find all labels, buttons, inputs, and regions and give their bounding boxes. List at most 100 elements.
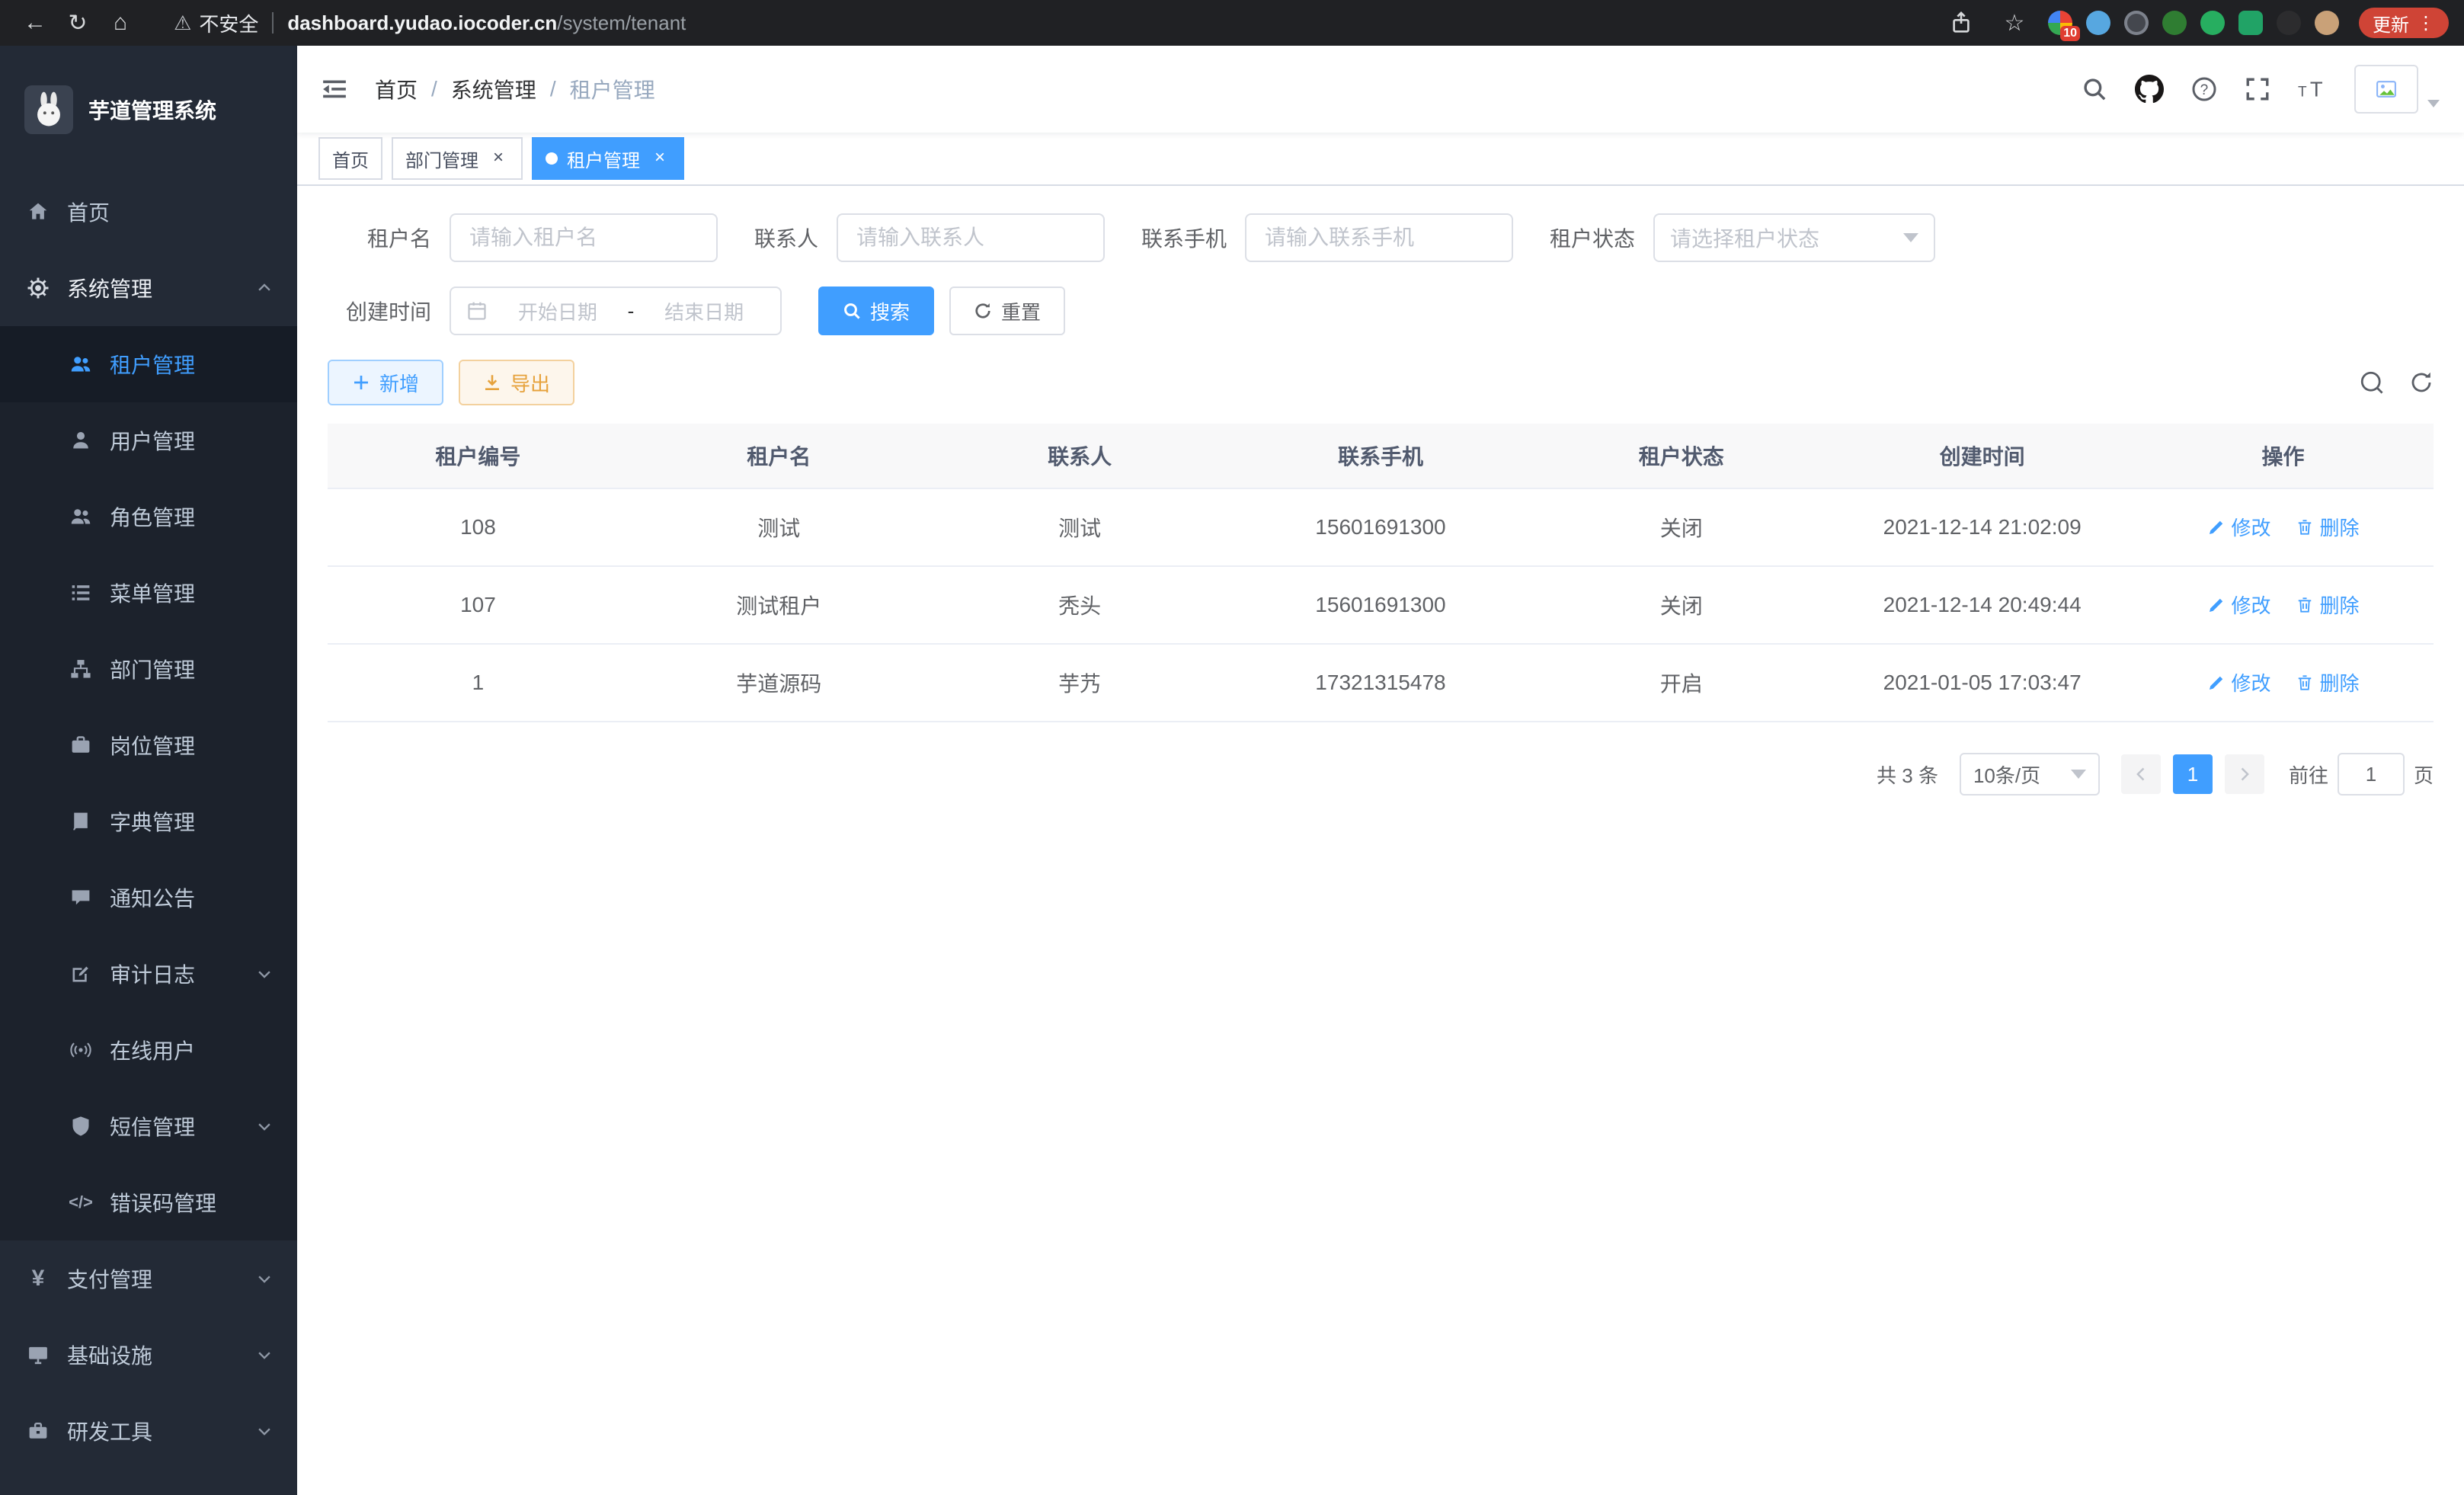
- page-content: 租户名 联系人 联系手机 租户状态 请选择租户状态: [297, 186, 2464, 1495]
- user-menu[interactable]: [2354, 65, 2440, 114]
- delete-link[interactable]: 删除: [2296, 591, 2360, 619]
- cell-tenant-id: 1: [328, 644, 629, 722]
- breadcrumb-home[interactable]: 首页: [375, 74, 418, 104]
- browser-home-icon[interactable]: ⌂: [101, 3, 140, 43]
- help-icon[interactable]: ?: [2191, 76, 2217, 102]
- sidebar-item-menu[interactable]: 菜单管理: [0, 555, 297, 631]
- security-label[interactable]: 不安全: [199, 9, 258, 37]
- collapse-sidebar-icon[interactable]: [322, 76, 347, 102]
- extension-icon[interactable]: [2238, 11, 2263, 35]
- edit-link[interactable]: 修改: [2207, 591, 2271, 619]
- sidebar-item-sms[interactable]: 短信管理: [0, 1088, 297, 1164]
- profile-avatar-icon[interactable]: [2315, 11, 2339, 35]
- export-button[interactable]: 导出: [459, 360, 574, 405]
- search-button[interactable]: 搜索: [818, 287, 934, 335]
- book-icon: [67, 811, 94, 832]
- toggle-search-icon[interactable]: [2359, 370, 2385, 395]
- close-icon[interactable]: ×: [649, 148, 670, 169]
- sidebar-item-system[interactable]: 系统管理: [0, 250, 297, 326]
- sidebar-item-tenant[interactable]: 租户管理: [0, 326, 297, 402]
- contact-input[interactable]: [837, 213, 1105, 262]
- phone-label: 联系手机: [1141, 222, 1227, 253]
- page-number-current[interactable]: 1: [2173, 754, 2213, 794]
- pencil-icon: [2207, 674, 2226, 692]
- sidebar-item-home[interactable]: 首页: [0, 174, 297, 250]
- sidebar-item-user[interactable]: 用户管理: [0, 402, 297, 479]
- list-icon: [67, 582, 94, 603]
- sidebar-menu: 首页系统管理租户管理用户管理角色管理菜单管理部门管理岗位管理字典管理通知公告审计…: [0, 174, 297, 1469]
- sidebar-item-dept[interactable]: 部门管理: [0, 631, 297, 707]
- font-size-icon[interactable]: TT: [2298, 76, 2327, 102]
- gear-icon: [24, 277, 52, 299]
- cell-actions: 修改删除: [2133, 644, 2434, 722]
- back-icon[interactable]: ←: [15, 3, 55, 43]
- date-range-picker[interactable]: 开始日期 - 结束日期: [450, 287, 782, 335]
- address-bar[interactable]: ⚠ 不安全 dashboard.yudao.iocoder.cn/system/…: [158, 5, 1923, 41]
- share-icon[interactable]: [1941, 3, 1981, 43]
- reset-button[interactable]: 重置: [949, 287, 1065, 335]
- sidebar-item-dict[interactable]: 字典管理: [0, 783, 297, 860]
- sidebar-item-role[interactable]: 角色管理: [0, 479, 297, 555]
- pencil-icon: [2207, 518, 2226, 536]
- tree-icon: [67, 658, 94, 680]
- sidebar-item-notice[interactable]: 通知公告: [0, 860, 297, 936]
- sidebar: 芋道管理系统 首页系统管理租户管理用户管理角色管理菜单管理部门管理岗位管理字典管…: [0, 46, 297, 1495]
- tab-home[interactable]: 首页: [318, 137, 382, 180]
- tab-label: 部门管理: [405, 146, 478, 172]
- date-end-placeholder[interactable]: 结束日期: [643, 297, 765, 325]
- tab-label: 租户管理: [567, 146, 640, 172]
- prev-page-button[interactable]: [2121, 754, 2161, 794]
- search-icon[interactable]: [2082, 76, 2107, 102]
- close-icon[interactable]: ×: [488, 148, 509, 169]
- next-page-button[interactable]: [2225, 754, 2264, 794]
- page-size-select[interactable]: 10条/页: [1960, 753, 2100, 796]
- goto-label: 前往: [2289, 760, 2328, 789]
- cell-actions: 修改删除: [2133, 566, 2434, 644]
- create-time-label: 创建时间: [328, 296, 431, 326]
- screen: ← ↻ ⌂ ⚠ 不安全 dashboard.yudao.iocoder.cn/s…: [0, 0, 2464, 1495]
- sidebar-item-errcode[interactable]: </>错误码管理: [0, 1164, 297, 1240]
- extension-icon[interactable]: [2086, 11, 2110, 35]
- svg-text:?: ?: [2200, 82, 2209, 98]
- extension-icon[interactable]: [2200, 11, 2225, 35]
- extension-icon[interactable]: 10: [2048, 11, 2072, 35]
- sidebar-item-infra[interactable]: 基础设施: [0, 1317, 297, 1393]
- trash-icon: [2296, 518, 2314, 536]
- tenant-name-input[interactable]: [450, 213, 718, 262]
- sidebar-item-post[interactable]: 岗位管理: [0, 707, 297, 783]
- chevron-down-icon: [256, 1270, 273, 1287]
- github-icon[interactable]: [2135, 75, 2164, 104]
- sidebar-item-online[interactable]: 在线用户: [0, 1012, 297, 1088]
- delete-link[interactable]: 删除: [2296, 513, 2360, 541]
- edit-link[interactable]: 修改: [2207, 513, 2271, 541]
- breadcrumb-system[interactable]: 系统管理: [451, 74, 536, 104]
- extension-icon[interactable]: [2124, 11, 2149, 35]
- status-select[interactable]: 请选择租户状态: [1653, 213, 1935, 262]
- edit-link[interactable]: 修改: [2207, 668, 2271, 696]
- page-unit-label: 页: [2414, 760, 2434, 789]
- extension-icon[interactable]: [2162, 11, 2187, 35]
- phone-input[interactable]: [1245, 213, 1513, 262]
- add-button[interactable]: 新增: [328, 360, 443, 405]
- tab-tenant[interactable]: 租户管理 ×: [532, 137, 684, 180]
- pencil-icon: [2207, 596, 2226, 614]
- reload-icon[interactable]: ↻: [58, 3, 98, 43]
- date-start-placeholder[interactable]: 开始日期: [497, 297, 619, 325]
- fullscreen-icon[interactable]: [2245, 76, 2270, 102]
- breadcrumb-separator: /: [431, 77, 437, 101]
- refresh-table-icon[interactable]: [2409, 370, 2434, 395]
- kebab-menu-icon[interactable]: ⋮: [2417, 12, 2435, 34]
- goto-page-input[interactable]: [2338, 753, 2405, 796]
- delete-link[interactable]: 删除: [2296, 668, 2360, 696]
- bookmark-star-icon[interactable]: ☆: [1995, 3, 2034, 43]
- sidebar-item-audit[interactable]: 审计日志: [0, 936, 297, 1012]
- extension-icon[interactable]: [2277, 11, 2301, 35]
- shield-icon: [67, 1116, 94, 1137]
- sidebar-item-pay[interactable]: ¥支付管理: [0, 1240, 297, 1317]
- table-toolbar: 新增 导出: [328, 360, 2434, 405]
- sidebar-item-dev[interactable]: 研发工具: [0, 1393, 297, 1469]
- update-button[interactable]: 更新 ⋮: [2359, 8, 2449, 38]
- cell-phone: 15601691300: [1230, 566, 1531, 644]
- tab-dept[interactable]: 部门管理 ×: [392, 137, 523, 180]
- avatar[interactable]: [2354, 65, 2418, 114]
